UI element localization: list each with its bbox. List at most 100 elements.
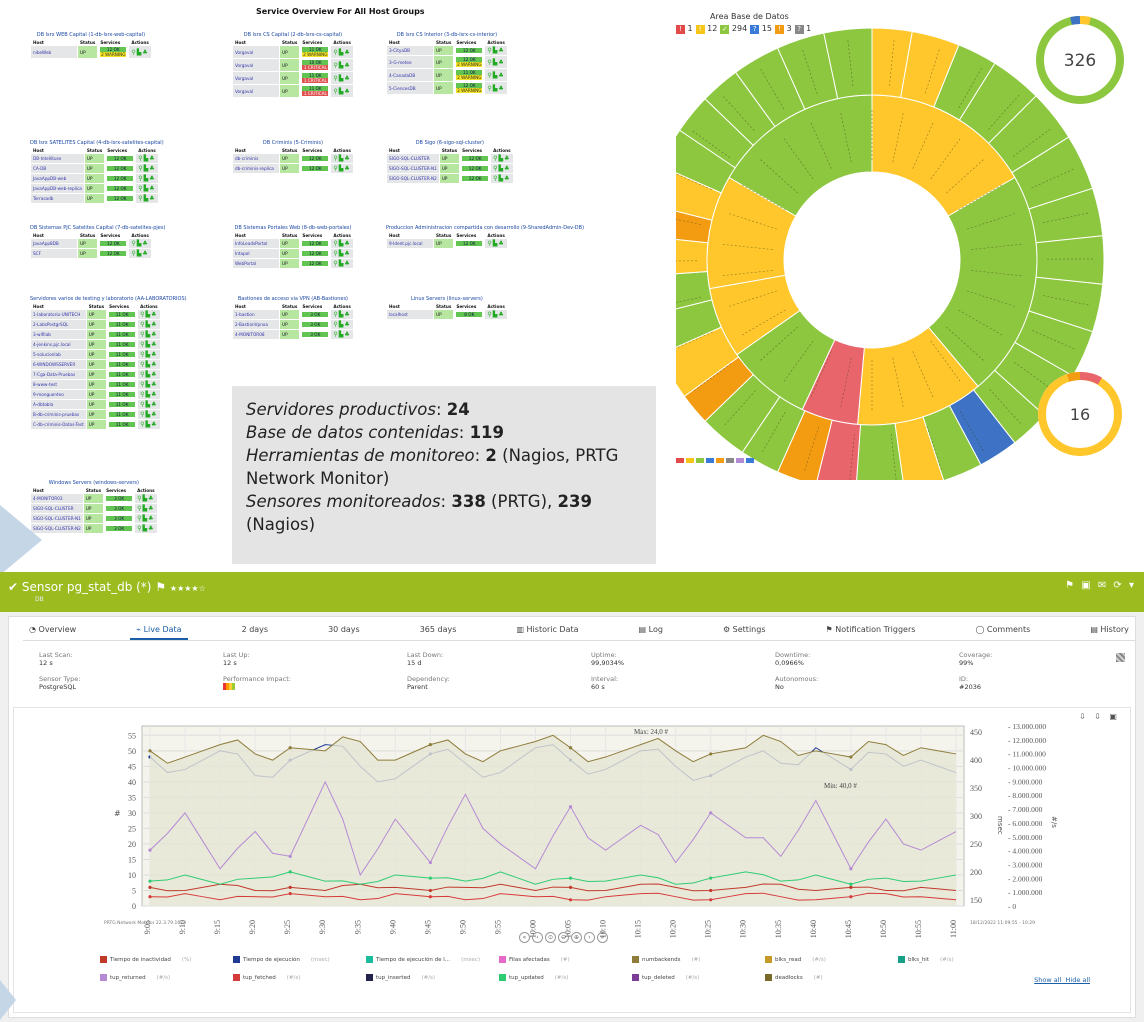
service-count-w[interactable]: 2 WARNING (456, 62, 483, 67)
service-summary[interactable]: 12 OK (105, 154, 135, 163)
service-summary[interactable]: 12 OK (98, 239, 128, 248)
service-count-ok[interactable]: 8 OK (456, 312, 483, 317)
host-map-icon[interactable]: ▙ (146, 391, 151, 398)
host-name[interactable]: 8-www-test (31, 380, 86, 389)
host-map-icon[interactable]: ▙ (146, 341, 151, 348)
search-icon[interactable]: ⚲ (487, 72, 492, 79)
network-icon[interactable]: ♣ (151, 401, 156, 408)
search-icon[interactable]: ⚲ (140, 341, 145, 348)
service-summary[interactable]: 11 OK 1 CRITICAL (300, 85, 330, 97)
service-count-ok[interactable]: 12 OK (302, 156, 329, 161)
network-icon[interactable]: ♣ (344, 62, 349, 69)
hide-all-link[interactable]: Hide all (1066, 976, 1090, 984)
tab-30-days[interactable]: 30 days (322, 623, 366, 640)
service-summary[interactable]: 3 OK (300, 330, 330, 339)
search-icon[interactable]: ⚲ (333, 62, 338, 69)
host-name[interactable]: Vorgaval (233, 46, 279, 58)
network-icon[interactable]: ♣ (498, 59, 503, 66)
network-icon[interactable]: ♣ (149, 165, 154, 172)
service-summary[interactable]: 11 OK (107, 350, 137, 359)
host-map-icon[interactable]: ▙ (144, 185, 149, 192)
service-summary[interactable]: 12 OK (300, 164, 330, 173)
host-name[interactable]: 9-monguenteo (31, 390, 86, 399)
service-count-c[interactable]: 1 CRITICAL (302, 78, 329, 83)
host-map-icon[interactable]: ▙ (339, 155, 344, 162)
service-count-ok[interactable]: 11 OK (109, 342, 136, 347)
network-icon[interactable]: ♣ (498, 311, 503, 318)
service-summary[interactable]: 3 OK (300, 310, 330, 319)
network-icon[interactable]: ♣ (151, 391, 156, 398)
network-icon[interactable]: ♣ (344, 165, 349, 172)
service-summary[interactable]: 3 OK (300, 320, 330, 329)
service-count-ok[interactable]: 12 OK (302, 261, 329, 266)
host-name[interactable]: 1-laboratorio-UNITECH (31, 310, 86, 319)
sensor-parent[interactable]: DB (35, 596, 44, 603)
service-summary[interactable]: 12 OK (105, 184, 135, 193)
search-icon[interactable]: ⚲ (487, 85, 492, 92)
service-count-ok[interactable]: 12 OK (456, 241, 483, 246)
service-count-ok[interactable]: 11 OK (109, 372, 136, 377)
service-count-ok[interactable]: 11 OK (109, 402, 136, 407)
host-map-icon[interactable]: ▙ (137, 49, 142, 56)
search-icon[interactable]: ⚲ (333, 240, 338, 247)
host-map-icon[interactable]: ▙ (339, 331, 344, 338)
service-count-ok[interactable]: 12 OK (302, 251, 329, 256)
tab-comments[interactable]: ◯ Comments (969, 623, 1036, 640)
service-count-ok[interactable]: 12 OK (107, 166, 134, 171)
legend-item[interactable]: tup_returned (#/s) (100, 974, 170, 981)
service-count-ok[interactable]: 3 OK (302, 322, 329, 327)
service-summary[interactable]: 12 OK (460, 174, 490, 183)
network-icon[interactable]: ♣ (504, 155, 509, 162)
service-summary[interactable]: 11 OK (107, 340, 137, 349)
search-icon[interactable]: ⚲ (333, 331, 338, 338)
search-icon[interactable]: ⚲ (333, 165, 338, 172)
service-summary[interactable]: 8 OK (454, 310, 484, 319)
host-map-icon[interactable]: ▙ (339, 49, 344, 56)
tab-settings[interactable]: ⚙ Settings (717, 623, 772, 640)
network-icon[interactable]: ♣ (344, 260, 349, 267)
legend-item[interactable]: numbackends (#) (632, 956, 700, 963)
host-map-icon[interactable]: ▙ (493, 240, 498, 247)
search-icon[interactable]: ⚲ (137, 505, 142, 512)
service-count-ok[interactable]: 11 OK (109, 332, 136, 337)
host-name[interactable]: SIGO-SQL-CLUSTER-N1 (387, 164, 439, 173)
service-count-ok[interactable]: 3 OK (302, 332, 329, 337)
host-map-icon[interactable]: ▙ (146, 381, 151, 388)
service-summary[interactable]: 3 OK (104, 524, 134, 533)
hostgroup-title[interactable]: DB lsrx WEB Capital (1-db-lsrx-web-capit… (30, 32, 152, 38)
host-map-icon[interactable]: ▙ (143, 495, 148, 502)
host-map-icon[interactable]: ▙ (137, 250, 142, 257)
host-map-icon[interactable]: ▙ (144, 155, 149, 162)
network-icon[interactable]: ♣ (344, 311, 349, 318)
search-icon[interactable]: ⚲ (131, 250, 136, 257)
legend-item[interactable]: tup_deleted (#/s) (632, 974, 699, 981)
service-count-c[interactable]: 1 CRITICAL (302, 91, 329, 96)
service-summary[interactable]: 11 OK (107, 310, 137, 319)
service-count-ok[interactable]: 11 OK (109, 352, 136, 357)
host-name[interactable]: Terrasadb (31, 194, 84, 203)
service-count-ok[interactable]: 12 OK (100, 241, 127, 246)
host-name[interactable]: 1-bastion (233, 310, 279, 319)
service-summary[interactable]: 12 OK (98, 249, 128, 258)
host-map-icon[interactable]: ▙ (339, 321, 344, 328)
search-icon[interactable]: ⚲ (487, 311, 492, 318)
search-icon[interactable]: ⚲ (138, 175, 143, 182)
service-count-ok[interactable]: 12 OK (462, 166, 489, 171)
service-count-ok[interactable]: 11 OK (109, 322, 136, 327)
network-icon[interactable]: ♣ (148, 495, 153, 502)
host-name[interactable]: 5-solucionlab (31, 350, 86, 359)
search-icon[interactable]: ⚲ (138, 165, 143, 172)
host-name[interactable]: C-db-criminis-Datos-Test (31, 420, 86, 429)
host-map-icon[interactable]: ▙ (499, 155, 504, 162)
host-name[interactable]: DB-Intellituse (31, 154, 84, 163)
service-count-ok[interactable]: 11 OK (109, 362, 136, 367)
host-map-icon[interactable]: ▙ (146, 331, 151, 338)
chart-nav-button[interactable]: ⊖ (558, 932, 569, 943)
network-icon[interactable]: ♣ (151, 321, 156, 328)
service-count-w[interactable]: 2 WARNING (456, 88, 483, 93)
service-count-ok[interactable]: 12 OK (462, 156, 489, 161)
host-map-icon[interactable]: ▙ (339, 62, 344, 69)
host-map-icon[interactable]: ▙ (499, 175, 504, 182)
service-summary[interactable]: 11 OK (107, 380, 137, 389)
network-icon[interactable]: ♣ (344, 88, 349, 95)
